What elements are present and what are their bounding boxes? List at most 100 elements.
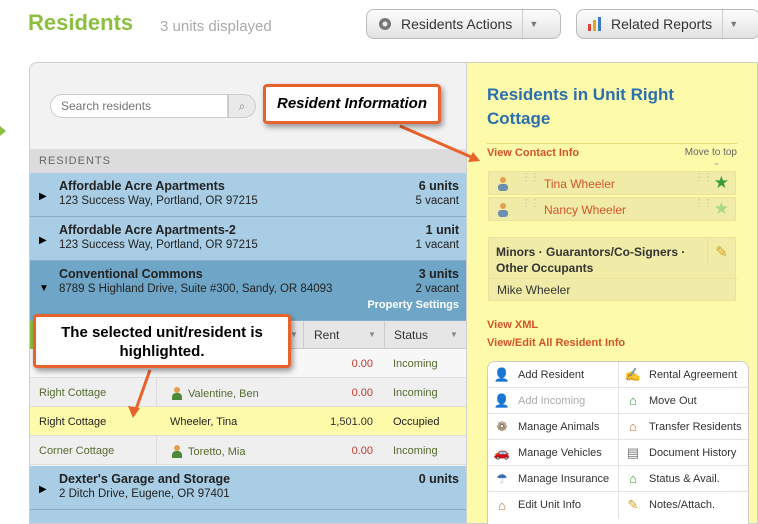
table-row[interactable]: Corner Cottage Toretto, Mia 0.00 Incomin…	[30, 436, 466, 465]
property-address: 8789 S Highland Drive, Suite #300, Sandy…	[59, 283, 333, 295]
minors-title: Minors · Guarantors/Co-Signers · Other O…	[496, 245, 686, 275]
drag-handle-icon[interactable]: ⋮⋮	[521, 199, 540, 219]
unit-cell: Right Cottage	[39, 416, 107, 428]
related-reports-button[interactable]: Related Reports ▼	[576, 9, 758, 39]
car-icon: 🚗	[493, 444, 511, 460]
status-cell: Incoming	[393, 387, 438, 399]
property-address: 123 Success Way, Portland, OR 97215	[59, 239, 258, 251]
person-icon	[170, 445, 184, 459]
property-name: Affordable Acre Apartments	[59, 179, 225, 193]
column-divider	[303, 321, 304, 349]
add-person-icon: 👤	[493, 392, 511, 408]
expand-triangle-icon[interactable]: ▶	[39, 484, 47, 495]
property-row[interactable]: ▶ Affordable Acre Apartments 123 Success…	[30, 173, 466, 217]
search-icon[interactable]: ⌕	[228, 94, 256, 118]
property-row[interactable]	[30, 510, 466, 523]
divider	[487, 143, 737, 144]
pencil-edit-icon[interactable]: ✎	[707, 238, 735, 266]
star-icon[interactable]: ★	[714, 199, 729, 219]
search-input[interactable]	[51, 95, 221, 117]
view-contact-info-link[interactable]: View Contact Info	[487, 147, 579, 159]
person-icon	[495, 202, 511, 221]
chevron-down-icon: ⌄	[712, 157, 721, 167]
column-header-rent[interactable]: Rent	[314, 328, 339, 342]
sort-arrow-icon[interactable]: ▼	[450, 330, 458, 339]
manage-insurance-button[interactable]: ☂ Manage Insurance	[488, 466, 618, 492]
collapse-triangle-icon[interactable]: ▼	[39, 283, 49, 294]
resident-name: Wheeler, Tina	[170, 416, 238, 428]
chevron-down-icon[interactable]: ▼	[522, 10, 544, 38]
action-label: Add Resident	[518, 368, 585, 381]
add-incoming-button[interactable]: 👤 Add Incoming	[488, 388, 618, 414]
document-history-button[interactable]: ▤ Document History	[618, 440, 748, 466]
search-box	[50, 94, 228, 118]
status-cell: Incoming	[393, 445, 438, 457]
resident-cell[interactable]: Valentine, Ben	[170, 387, 259, 401]
person-icon	[170, 387, 184, 401]
action-label: Notes/Attach.	[649, 499, 716, 511]
drag-handle-icon[interactable]: ⋮⋮	[694, 173, 713, 193]
rent-cell: 0.00	[351, 387, 373, 399]
residents-actions-button[interactable]: Residents Actions ▼	[366, 9, 561, 39]
expand-triangle-icon[interactable]: ▶	[39, 235, 47, 246]
expand-triangle-icon[interactable]: ▶	[39, 191, 47, 202]
notes-icon: ✎	[627, 497, 639, 512]
status-cell: Occupied	[393, 416, 440, 428]
action-label: Document History	[649, 446, 737, 459]
property-row-expanded[interactable]: ▼ Conventional Commons 8789 S Highland D…	[30, 261, 466, 321]
column-header-status[interactable]: Status	[394, 328, 428, 342]
action-label: Move Out	[649, 394, 697, 407]
resident-info-panel: Residents in Unit Right Cottage View Con…	[467, 62, 758, 524]
resident-name-link[interactable]: Nancy Wheeler	[544, 203, 626, 217]
status-availability-button[interactable]: ⌂ Status & Avail.	[618, 466, 748, 492]
resident-item[interactable]: ⋮⋮ Nancy Wheeler ⋮⋮ ★	[488, 197, 736, 221]
property-settings-link[interactable]: Property Settings	[367, 299, 459, 311]
collapse-arrow-icon[interactable]	[0, 126, 6, 136]
property-name: Dexter's Garage and Storage	[59, 472, 231, 486]
property-row[interactable]: ▶ Affordable Acre Apartments-2 123 Succe…	[30, 217, 466, 261]
action-label: Transfer Residents	[649, 420, 742, 433]
property-row[interactable]: ▶ Dexter's Garage and Storage 2 Ditch Dr…	[30, 466, 466, 510]
edit-unit-info-button[interactable]: ⌂ Edit Unit Info	[488, 492, 618, 518]
add-resident-button[interactable]: 👤 Add Resident	[488, 362, 618, 388]
unit-cell: Right Cottage	[39, 387, 107, 399]
notes-attach-button[interactable]: ✎ Notes/Attach.	[618, 492, 748, 518]
person-icon	[495, 176, 511, 195]
column-divider	[384, 321, 385, 349]
resident-name: Toretto, Mia	[188, 446, 246, 458]
resident-name: Valentine, Ben	[188, 388, 259, 400]
rental-agreement-button[interactable]: ✍ Rental Agreement	[618, 362, 748, 388]
sort-arrow-icon[interactable]: ▼	[290, 330, 298, 339]
manage-vehicles-button[interactable]: 🚗 Manage Vehicles	[488, 440, 618, 466]
residents-section-header: RESIDENTS	[30, 149, 466, 173]
manage-animals-button[interactable]: ❁ Manage Animals	[488, 414, 618, 440]
move-out-button[interactable]: ⌂ Move Out	[618, 388, 748, 414]
drag-handle-icon[interactable]: ⋮⋮	[694, 199, 713, 219]
sort-arrow-icon[interactable]: ▼	[368, 330, 376, 339]
resident-cell[interactable]: Toretto, Mia	[170, 445, 245, 459]
table-row[interactable]: Right Cottage Valentine, Ben 0.00 Incomi…	[30, 378, 466, 407]
action-label: Manage Animals	[518, 420, 600, 433]
residents-actions-label: Residents Actions	[401, 16, 513, 32]
status-cell: Incoming	[393, 358, 438, 370]
rent-cell: 0.00	[351, 445, 373, 457]
property-units: 3 units	[418, 267, 459, 281]
property-vacant: 1 vacant	[415, 239, 459, 251]
callout-resident-information: Resident Information	[263, 84, 441, 124]
house-icon: ⌂	[498, 497, 506, 513]
action-label: Manage Vehicles	[518, 446, 602, 459]
resident-item[interactable]: ⋮⋮ Tina Wheeler ⋮⋮ ★	[488, 171, 736, 195]
related-reports-label: Related Reports	[611, 16, 713, 32]
action-label: Manage Insurance	[518, 472, 610, 485]
resident-name-link[interactable]: Tina Wheeler	[544, 177, 615, 191]
chevron-down-icon[interactable]: ▼	[722, 10, 744, 38]
table-row-selected[interactable]: Right Cottage Wheeler, Tina 1,501.00 Occ…	[30, 407, 466, 436]
primary-star-icon[interactable]: ★	[714, 173, 729, 193]
resident-cell[interactable]: Wheeler, Tina	[170, 416, 237, 428]
transfer-residents-button[interactable]: ⌂ Transfer Residents	[618, 414, 748, 440]
move-to-top-label: Move to top ⌄	[685, 147, 737, 167]
view-xml-link[interactable]: View XML	[487, 319, 538, 331]
drag-handle-icon[interactable]: ⋮⋮	[521, 173, 540, 193]
bar-chart-icon	[587, 16, 603, 32]
view-edit-all-link[interactable]: View/Edit All Resident Info	[487, 337, 625, 349]
